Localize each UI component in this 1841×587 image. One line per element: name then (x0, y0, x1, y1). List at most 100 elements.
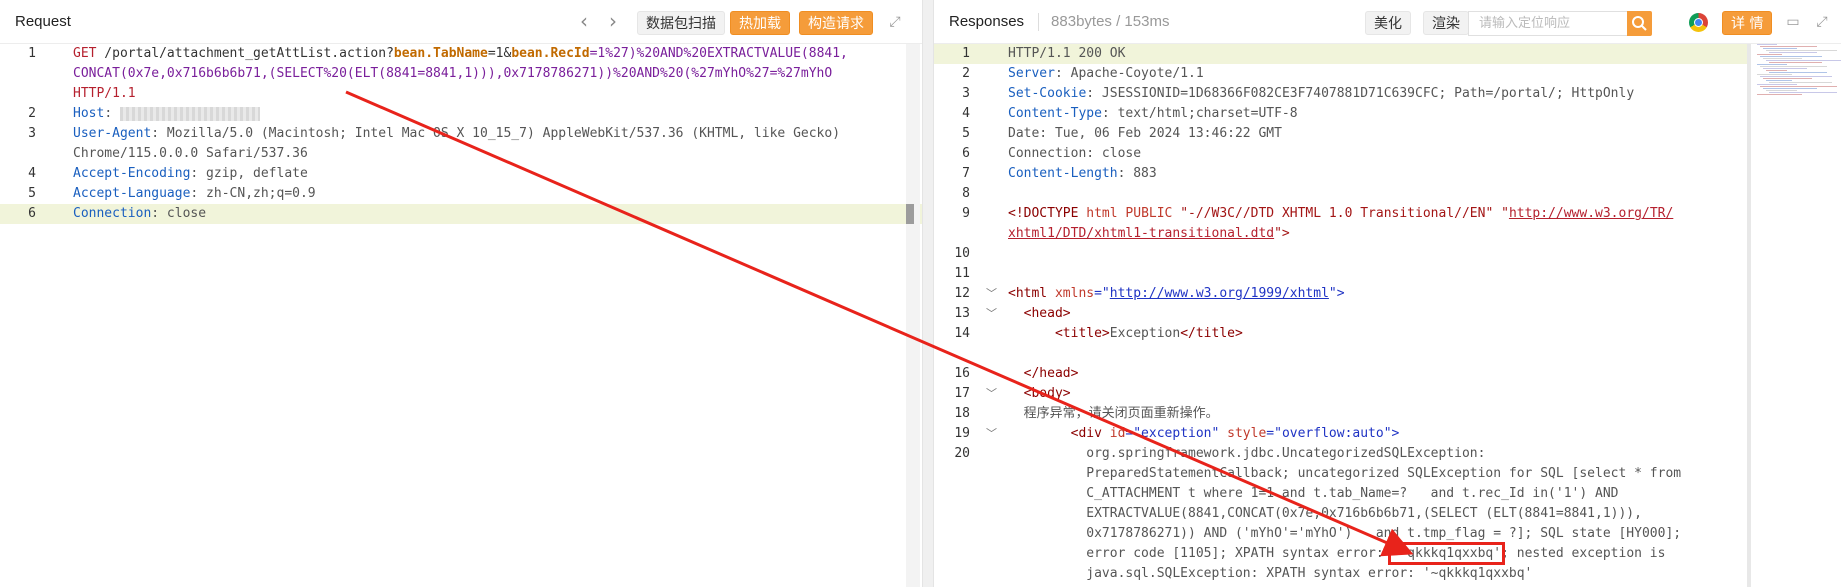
code-token: : (104, 106, 120, 121)
code-line: Content-Type: text/html;charset=UTF-8 (1008, 104, 1298, 124)
line-number: 14 (954, 326, 970, 341)
code-token: Connection: close (1008, 146, 1142, 161)
code-token: User-Agent (73, 126, 152, 141)
response-editor[interactable]: 1 HTTP/1.1 200 OK 2 Server: Apache-Coyote/1… (934, 44, 1841, 587)
code-token: html PUBLIC (1086, 206, 1181, 221)
chevron-left-icon[interactable]: ‹ (574, 11, 594, 32)
line-number: 3 (962, 86, 970, 101)
fold-chevron-icon[interactable]: ﹀ (986, 384, 997, 404)
code-token: HTTP/1.1 (73, 86, 136, 101)
line-number: 12 (954, 286, 970, 301)
build-request-button[interactable]: 构造请求 (799, 11, 873, 35)
line-number: 6 (962, 146, 970, 161)
line-number: 13 (954, 306, 970, 321)
code-line: Accept-Encoding: gzip, deflate (73, 164, 308, 184)
minimap-line (1757, 54, 1782, 55)
code-token: java.sql.SQLException: XPATH syntax erro… (1008, 566, 1533, 581)
comment-icon[interactable]: ▭ (1783, 12, 1803, 32)
locate-response-input[interactable] (1468, 11, 1628, 36)
line-number: 5 (28, 186, 36, 201)
fold-chevron-icon[interactable]: ﹀ (986, 304, 997, 324)
minimap-line (1766, 70, 1787, 71)
line-number: 17 (954, 386, 970, 401)
code-token: CONCAT(0x7e,0x716b6b6b71,(SELECT%20(ELT(… (73, 66, 833, 81)
search-icon[interactable] (1627, 11, 1652, 36)
fold-chevron-icon[interactable]: ﹀ (986, 424, 997, 444)
code-token: <div (1008, 426, 1110, 441)
code-line: Set-Cookie: JSESSIONID=1D68366F082CE3F74… (1008, 84, 1634, 104)
expand-icon[interactable]: ⤢ (1812, 12, 1832, 32)
code-token: </title> (1180, 326, 1243, 341)
code-line: Server: Apache-Coyote/1.1 (1008, 64, 1204, 84)
packet-scan-button[interactable]: 数据包扫描 (637, 11, 725, 35)
code-token: HTTP/1.1 200 OK (1008, 46, 1126, 61)
code-token: http://www.w3.org/1999/xhtml (1109, 286, 1329, 301)
chevron-right-icon[interactable]: › (603, 11, 623, 32)
code-line: HTTP/1.1 (73, 84, 136, 104)
line-number: 6 (28, 206, 36, 221)
request-scrollbar[interactable] (906, 44, 920, 587)
code-token: http://www.w3.org/TR/ (1508, 206, 1674, 221)
minimap-line (1766, 60, 1841, 61)
response-title: Responses (949, 13, 1025, 30)
response-toolbar: Responses 883bytes / 153ms 美化 渲染 详 情 ▭ ⤢ (934, 0, 1841, 44)
chrome-icon[interactable] (1689, 13, 1708, 32)
code-line: org.springframework.jdbc.UncategorizedSQ… (1008, 444, 1485, 464)
hot-load-button[interactable]: 热加载 (730, 11, 790, 35)
response-minimap[interactable] (1751, 44, 1841, 104)
request-title: Request (15, 13, 71, 30)
line-number: 4 (28, 166, 36, 181)
minimap-line (1769, 62, 1822, 63)
minimap-line (1769, 72, 1827, 73)
code-line: Chrome/115.0.0.0 Safari/537.36 (73, 144, 308, 164)
line-number: 3 (28, 126, 36, 141)
line-number: 11 (954, 266, 970, 281)
code-token: : close (151, 206, 207, 221)
code-token: : text/html;charset=UTF-8 (1101, 106, 1298, 121)
code-token: "> (1328, 286, 1345, 301)
line-number: 16 (954, 366, 970, 381)
request-scroll-thumb[interactable] (906, 204, 914, 224)
code-token: Accept-Encoding (73, 166, 191, 181)
panel-splitter[interactable] (922, 0, 934, 587)
code-line: <!DOCTYPE html PUBLIC "-//W3C//DTD XHTML… (1008, 204, 1673, 224)
code-line: java.sql.SQLException: XPATH syntax erro… (1008, 564, 1532, 584)
code-token: bean.TabName (393, 46, 488, 61)
code-token: Connection (73, 206, 152, 221)
response-scrollbar[interactable] (1747, 44, 1751, 587)
minimap-line (1760, 46, 1817, 47)
code-token: GET (73, 46, 97, 61)
minimap-line (1769, 52, 1817, 53)
code-token: PreparedStatementCallback; uncategorized… (1008, 466, 1682, 481)
code-line: Content-Length: 883 (1008, 164, 1157, 184)
code-token: xhtml1/DTD/xhtml1-transitional.dtd (1008, 226, 1275, 241)
minimap-line (1757, 64, 1787, 65)
code-token: Content-Type (1008, 106, 1102, 121)
code-token: 程序异常，请关闭页面重新操作。 (1008, 406, 1219, 421)
code-line: </head> (1008, 364, 1079, 384)
code-line: 程序异常，请关闭页面重新操作。 (1008, 404, 1219, 424)
request-editor[interactable]: 1 GET /portal/attachment_getAttList.actio… (0, 44, 922, 587)
code-line: <div id="exception" style="overflow:auto… (1008, 424, 1400, 444)
code-line: Accept-Language: zh-CN,zh;q=0.9 (73, 184, 316, 204)
code-line: 0x7178786271)) AND ('mYhO'='mYhO') and t… (1008, 524, 1681, 544)
beautify-button[interactable]: 美化 (1365, 11, 1411, 35)
code-token: xmlns (1054, 286, 1095, 301)
code-line: error code [1105]; XPATH syntax error: '… (1008, 542, 1665, 565)
details-button[interactable]: 详 情 (1722, 11, 1773, 35)
minimap-line (1763, 78, 1812, 79)
line-number: 5 (962, 126, 970, 141)
expand-icon[interactable]: ⤢ (885, 12, 905, 32)
code-token: : zh-CN,zh;q=0.9 (190, 186, 316, 201)
line-number: 4 (962, 106, 970, 121)
minimap-line (1769, 82, 1832, 83)
fold-chevron-icon[interactable]: ﹀ (986, 284, 997, 304)
line-number: 9 (962, 206, 970, 221)
request-toolbar: Request ‹ › 数据包扫描 热加载 构造请求 ⤢ (0, 0, 922, 44)
highlighted-xpath-error: '~qkkkq1qxxbq' (1387, 542, 1506, 565)
code-token: : gzip, deflate (190, 166, 308, 181)
render-button[interactable]: 渲染 (1423, 11, 1469, 35)
line-number: 1 (28, 46, 36, 61)
code-token: Accept-Language (73, 186, 191, 201)
